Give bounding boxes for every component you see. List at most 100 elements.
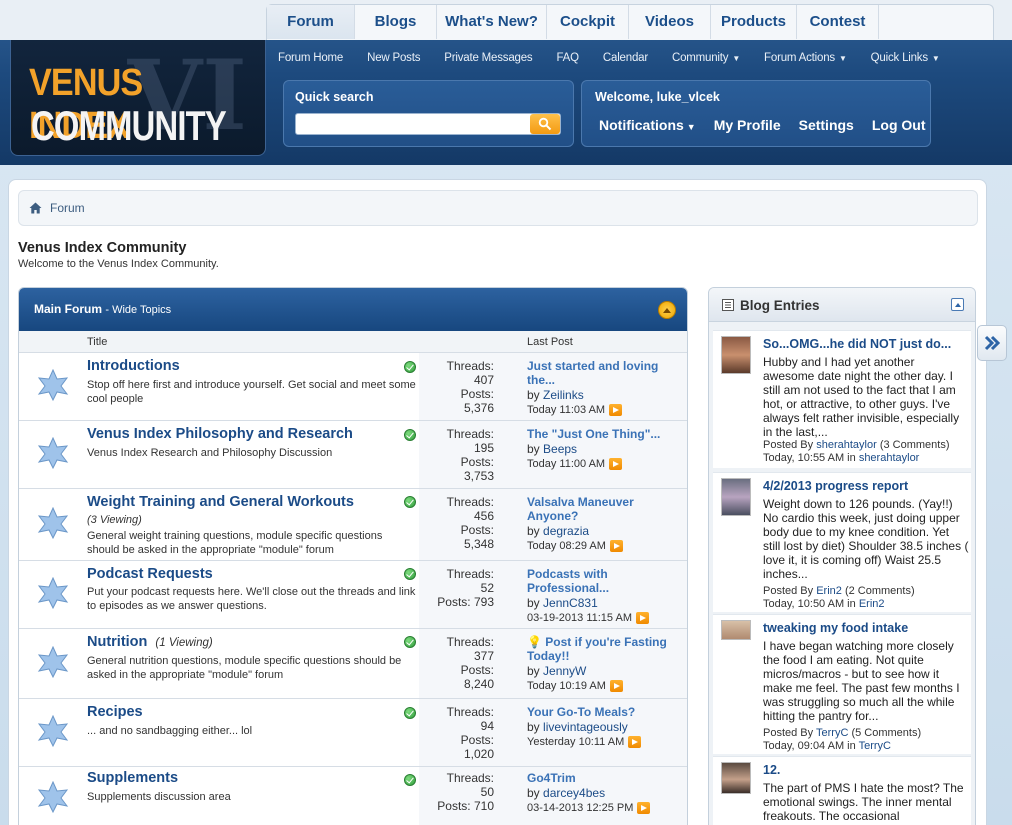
nav-private-messages[interactable]: Private Messages: [432, 52, 544, 64]
forum-description: Put your podcast requests here. We'll cl…: [87, 586, 416, 612]
posts-line: Posts: 710: [399, 799, 494, 813]
page-title: Venus Index Community: [18, 240, 187, 256]
chevron-down-icon: ▼: [686, 122, 696, 132]
quick-search-box: Quick search: [283, 80, 574, 147]
last-post-title[interactable]: Your Go-To Meals?: [527, 705, 687, 719]
forum-stats: Threads: 50 Posts: 710: [399, 771, 494, 813]
last-post-user[interactable]: darcey4bes: [543, 786, 605, 800]
last-post-user[interactable]: Zeilinks: [543, 388, 584, 402]
last-post-title[interactable]: Just started and loving the...: [527, 359, 687, 387]
go-to-last-post-icon[interactable]: [635, 612, 649, 624]
blog-list-icon: [722, 299, 734, 311]
nav-forum-home[interactable]: Forum Home: [266, 52, 355, 64]
sidebar-toggle-button[interactable]: [977, 325, 1007, 361]
blog-entry-comments[interactable]: (3 Comments): [880, 439, 950, 451]
nav-forum-actions[interactable]: Forum Actions ▼: [752, 52, 859, 64]
quick-search-button[interactable]: [530, 114, 560, 134]
tab-cockpit[interactable]: Cockpit: [547, 5, 629, 39]
last-post-user[interactable]: Beeps: [543, 442, 577, 456]
nav-quick-links[interactable]: Quick Links ▼: [859, 52, 952, 64]
last-post-user[interactable]: livevintageously: [543, 720, 628, 734]
forum-title-philosophy[interactable]: Venus Index Philosophy and Research: [87, 426, 353, 442]
column-last-post: Last Post: [527, 336, 573, 348]
settings-link[interactable]: Settings: [799, 117, 854, 133]
last-post-title[interactable]: The "Just One Thing"...: [527, 427, 687, 441]
posted-by-label: Posted By: [763, 439, 814, 451]
avatar[interactable]: [721, 478, 751, 516]
avatar[interactable]: [721, 762, 751, 794]
blog-entry-title[interactable]: 4/2/2013 progress report: [763, 479, 968, 493]
last-post-title[interactable]: 💡 Post if you're Fasting Today!!: [527, 635, 687, 663]
forum-description: General nutrition questions, module spec…: [87, 655, 402, 681]
my-profile-link[interactable]: My Profile: [714, 117, 781, 133]
go-to-last-post-icon[interactable]: [628, 736, 642, 748]
last-post: 💡 Post if you're Fasting Today!! by Jenn…: [527, 635, 687, 692]
forum-title-podcast-requests[interactable]: Podcast Requests: [87, 566, 213, 582]
avatar[interactable]: [721, 620, 751, 640]
site-logo[interactable]: VI VENUS INDEX COMMUNITY: [10, 40, 266, 156]
blog-entry-title[interactable]: So...OMG...he did NOT just do...: [763, 337, 968, 351]
nav-faq[interactable]: FAQ: [544, 52, 590, 64]
blog-entry-title[interactable]: tweaking my food intake: [763, 621, 968, 635]
go-to-last-post-icon[interactable]: [609, 540, 623, 552]
forum-title-introductions[interactable]: Introductions: [87, 358, 180, 374]
by-label: by: [527, 388, 540, 402]
log-out-link[interactable]: Log Out: [872, 117, 926, 133]
tab-products[interactable]: Products: [711, 5, 797, 39]
blog-entry-time-line: Today, 10:50 AM in Erin2: [763, 598, 973, 611]
blog-entry-title[interactable]: 12.: [763, 763, 968, 777]
go-to-last-post-icon[interactable]: [609, 404, 623, 416]
blog-entry-time-line: Today, 10:55 AM in sherahtaylor: [763, 452, 973, 465]
blog-entry-author[interactable]: TerryC: [816, 727, 848, 739]
avatar[interactable]: [721, 336, 751, 374]
blog-entry-comments[interactable]: (2 Comments): [845, 585, 915, 597]
blog-entry-author[interactable]: sherahtaylor: [816, 439, 877, 451]
last-post-time: Today 11:03 AM: [527, 404, 606, 416]
blog-entry-comments[interactable]: (5 Comments): [851, 727, 921, 739]
forum-star-icon: [37, 715, 69, 747]
nav-community[interactable]: Community ▼: [660, 52, 752, 64]
last-post-title[interactable]: Go4Trim: [527, 771, 687, 785]
home-icon[interactable]: [29, 202, 42, 214]
tab-blogs[interactable]: Blogs: [355, 5, 437, 39]
last-post-by: by JennC831: [527, 596, 687, 610]
last-post-by: by JennyW: [527, 664, 687, 678]
forum-category-title[interactable]: Main Forum - Wide Topics: [34, 302, 171, 316]
posts-count: 1,020: [463, 747, 494, 761]
blog-entry-author-line: Posted By sherahtaylor (3 Comments): [763, 439, 973, 452]
breadcrumb: Forum: [18, 190, 978, 226]
posts-count: 793: [473, 595, 494, 609]
collapse-blog-button[interactable]: [951, 298, 964, 311]
forum-row-supplements: Supplements Supplements discussion area …: [19, 767, 687, 825]
blog-entry-author[interactable]: Erin2: [816, 585, 842, 597]
forum-title-weight-training[interactable]: Weight Training and General Workouts: [87, 494, 354, 510]
last-post-title[interactable]: Valsalva Maneuver Anyone?: [527, 495, 677, 523]
blog-entry-blog-link[interactable]: TerryC: [859, 740, 891, 752]
tab-videos[interactable]: Videos: [629, 5, 711, 39]
notifications-link[interactable]: Notifications ▼: [599, 117, 696, 133]
go-to-last-post-icon[interactable]: [637, 802, 651, 814]
go-to-last-post-icon[interactable]: [609, 680, 623, 692]
by-label: by: [527, 442, 540, 456]
collapse-category-button[interactable]: [658, 301, 676, 319]
nav-new-posts[interactable]: New Posts: [355, 52, 432, 64]
last-post-user[interactable]: degrazia: [543, 524, 589, 538]
threads-count: 52: [480, 581, 494, 595]
breadcrumb-forum[interactable]: Forum: [50, 201, 85, 215]
quick-search-input[interactable]: [295, 113, 561, 135]
last-post-user[interactable]: JennyW: [543, 664, 586, 678]
forum-row-introductions: Introductions Stop off here first and in…: [19, 353, 687, 421]
blog-entry-blog-link[interactable]: sherahtaylor: [859, 452, 920, 464]
forum-title-supplements[interactable]: Supplements: [87, 770, 178, 786]
last-post-user[interactable]: JennC831: [543, 596, 598, 610]
forum-title-nutrition[interactable]: Nutrition (1 Viewing): [87, 634, 213, 650]
threads-count: 94: [480, 719, 494, 733]
tab-whats-new[interactable]: What's New?: [437, 5, 547, 39]
nav-calendar[interactable]: Calendar: [591, 52, 660, 64]
go-to-last-post-icon[interactable]: [609, 458, 623, 470]
tab-contest[interactable]: Contest: [797, 5, 879, 39]
forum-title-recipes[interactable]: Recipes: [87, 704, 143, 720]
blog-entry-blog-link[interactable]: Erin2: [859, 598, 885, 610]
last-post-title[interactable]: Podcasts with Professional...: [527, 567, 647, 595]
tab-forum[interactable]: Forum: [267, 5, 355, 39]
